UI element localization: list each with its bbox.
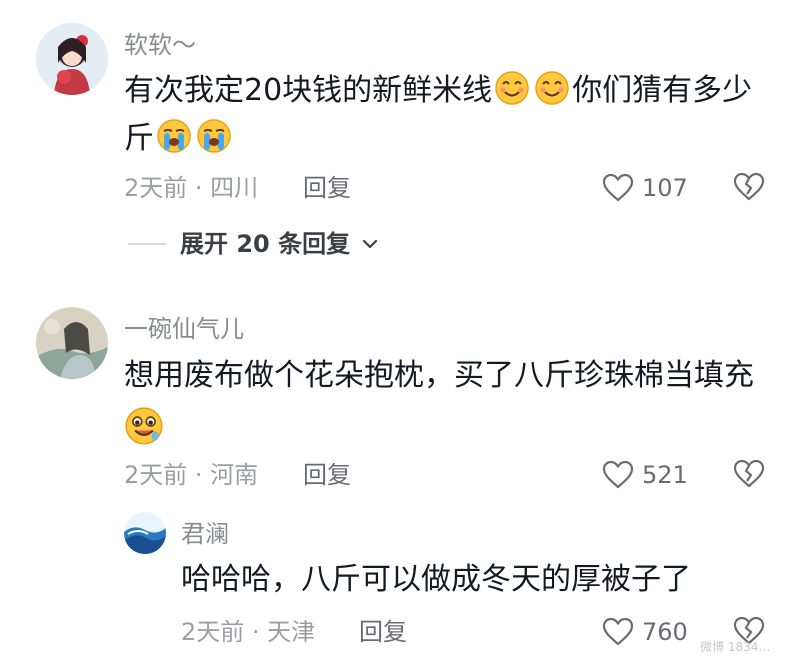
username[interactable]: 一碗仙气儿	[124, 314, 244, 344]
avatar-image	[36, 307, 108, 379]
expand-replies-label: 展开 20 条回复	[180, 230, 351, 258]
heart-outline-icon	[602, 617, 634, 646]
avatar[interactable]	[124, 512, 166, 554]
dislike-button[interactable]	[733, 459, 765, 489]
crying-face-icon	[157, 119, 191, 153]
broken-heart-icon	[733, 459, 765, 488]
avatar-image	[36, 23, 108, 95]
comment-text: 有次我定20块钱的新鲜米线 你们猜有多少	[124, 70, 752, 112]
comment-emoji-line	[124, 406, 164, 450]
chevron-down-icon	[363, 239, 378, 249]
reply-button[interactable]: 回复	[303, 173, 351, 203]
like-count: 107	[642, 174, 688, 202]
smiling-face-icon	[495, 71, 529, 105]
username[interactable]: 君澜	[181, 519, 229, 549]
comment-text: 想用废布做个花朵抱枕，买了八斤珍珠棉当填充	[124, 358, 754, 393]
comment-meta: 2天前 · 四川	[124, 174, 259, 202]
expand-replies-button[interactable]: 展开 20 条回复	[180, 229, 378, 259]
watermark: 微博 1834…	[700, 640, 771, 654]
reply-button[interactable]: 回复	[303, 460, 351, 490]
expand-divider	[128, 243, 166, 245]
avatar-image	[124, 512, 166, 554]
like-button[interactable]: 107	[602, 171, 692, 205]
username[interactable]: 软软～	[124, 30, 196, 60]
comment-text-part: 有次我定20块钱的新鲜米线	[124, 73, 493, 108]
like-button[interactable]: 760	[602, 615, 692, 649]
heart-outline-icon	[602, 460, 634, 489]
drooling-face-icon	[125, 407, 163, 445]
comment-text-line2: 斤	[124, 118, 234, 160]
crying-face-icon	[197, 119, 231, 153]
avatar[interactable]	[36, 23, 108, 95]
like-count: 760	[642, 618, 688, 646]
like-button[interactable]: 521	[602, 458, 692, 492]
avatar[interactable]	[36, 307, 108, 379]
reply-button[interactable]: 回复	[359, 617, 407, 647]
smiling-face-icon	[535, 71, 569, 105]
comment-text-part: 斤	[124, 121, 154, 156]
comment-meta: 2天前 · 河南	[124, 461, 259, 489]
dislike-button[interactable]	[733, 172, 765, 202]
like-count: 521	[642, 461, 688, 489]
comment-text: 哈哈哈，八斤可以做成冬天的厚被子了	[181, 562, 691, 597]
comment-meta: 2天前 · 天津	[181, 618, 316, 646]
comment-text-part: 你们猜有多少	[572, 73, 753, 108]
heart-outline-icon	[602, 173, 634, 202]
broken-heart-icon	[733, 172, 765, 201]
